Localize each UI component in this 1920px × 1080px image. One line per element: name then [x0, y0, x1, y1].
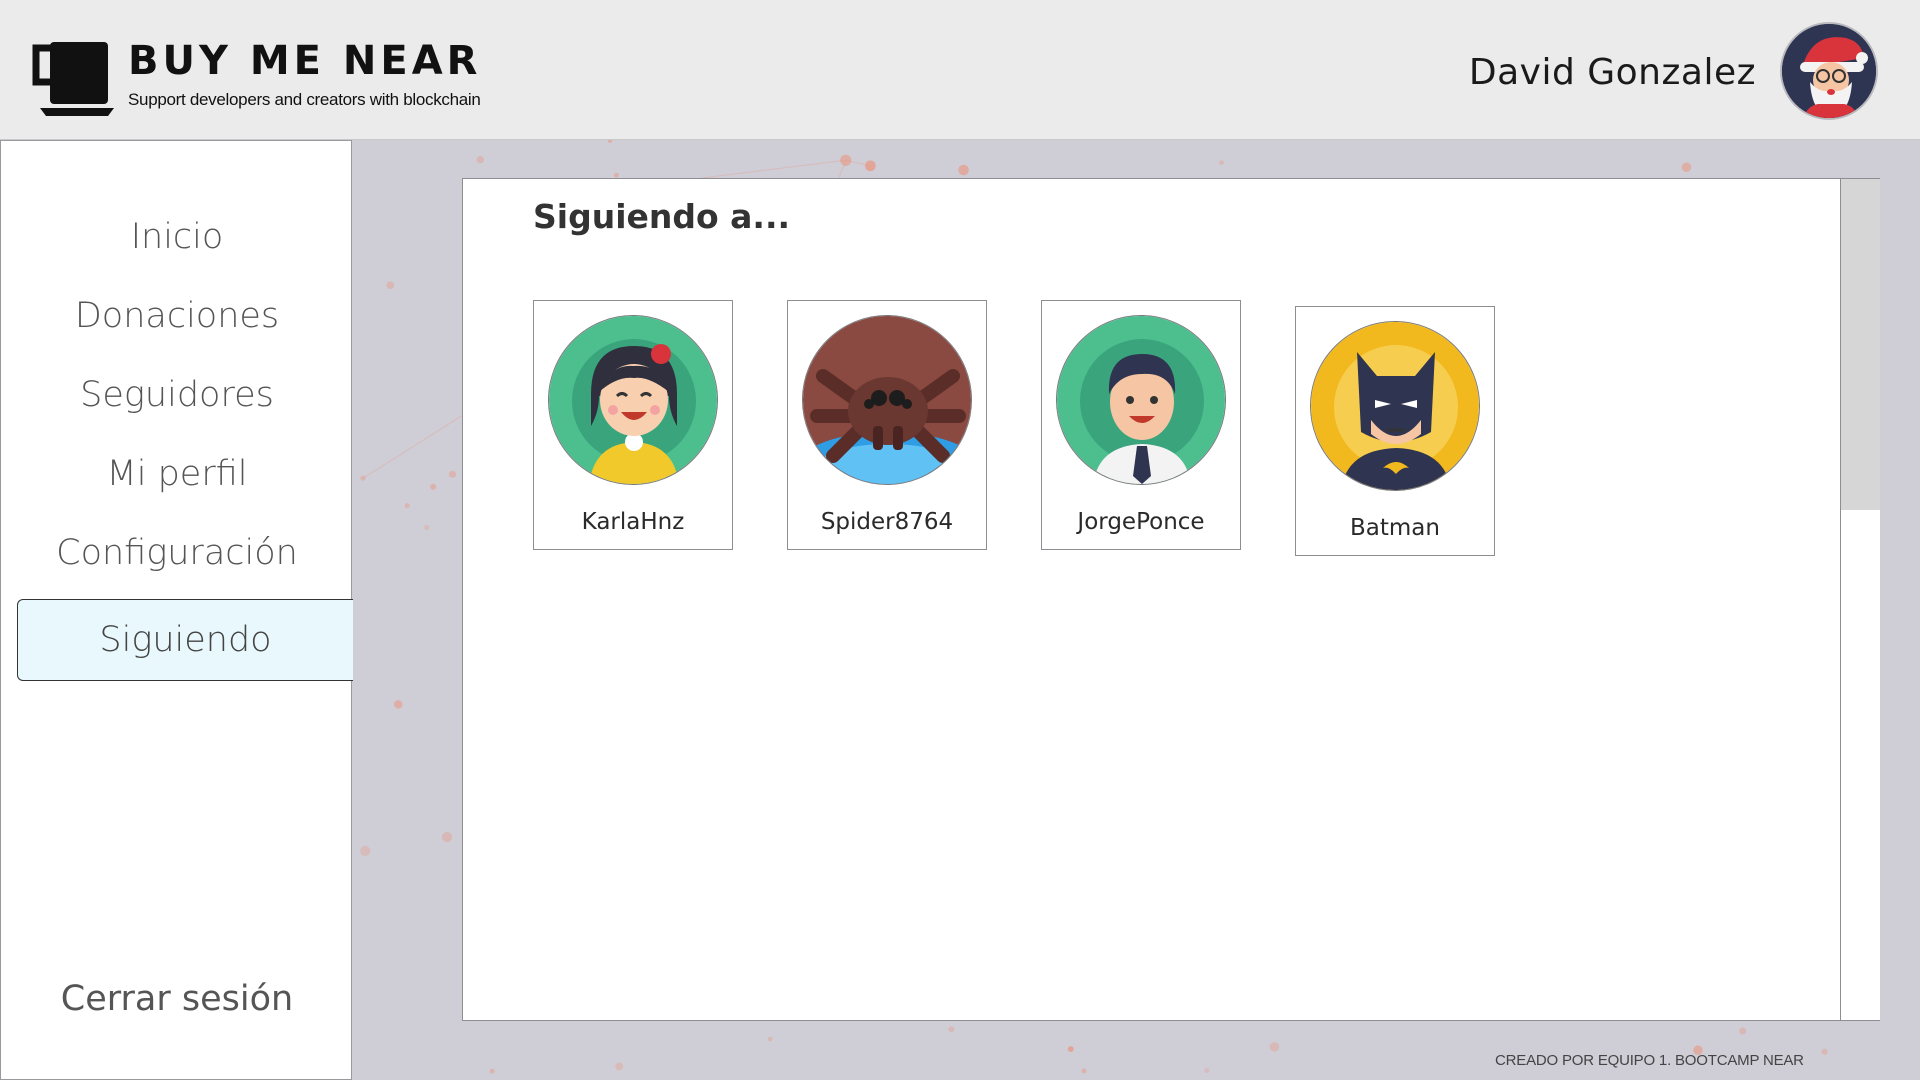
user-avatar[interactable]: [1780, 22, 1878, 120]
footer-credit: CREADO POR EQUIPO 1. BOOTCAMP NEAR: [1495, 1052, 1804, 1069]
coffee-cup-logo-icon: [32, 42, 114, 116]
spider-avatar-icon: [802, 315, 972, 485]
sidebar-item-inicio[interactable]: Inicio: [1, 217, 353, 257]
brand-tagline: Support developers and creators with blo…: [128, 90, 481, 109]
sidebar-nav: Inicio Donaciones Seguidores Mi perfil C…: [0, 140, 353, 1080]
santa-avatar-icon: [1782, 24, 1876, 118]
logout-button[interactable]: Cerrar sesión: [1, 979, 353, 1019]
brand-title: BUY ME NEAR: [128, 38, 482, 84]
following-panel: Siguiendo a... KarlaHnz Spider8764 Jorge…: [462, 178, 1880, 1021]
following-card[interactable]: Batman: [1295, 306, 1495, 556]
batman-avatar-icon: [1310, 321, 1480, 491]
user-name[interactable]: David Gonzalez: [1469, 52, 1756, 93]
following-card[interactable]: JorgePonce: [1041, 300, 1241, 550]
girl-avatar-icon: [548, 315, 718, 485]
man-avatar-icon: [1056, 315, 1226, 485]
sidebar-item-mi-perfil[interactable]: Mi perfil: [1, 454, 353, 494]
following-card[interactable]: KarlaHnz: [533, 300, 733, 550]
scrollbar-thumb[interactable]: [1841, 179, 1880, 510]
page-title: Siguiendo a...: [533, 197, 791, 236]
sidebar-item-donaciones[interactable]: Donaciones: [1, 296, 353, 336]
sidebar-item-siguiendo[interactable]: Siguiendo: [17, 599, 353, 681]
following-name: Batman: [1350, 515, 1440, 541]
sidebar-item-configuracion[interactable]: Configuración: [1, 533, 353, 573]
following-card[interactable]: Spider8764: [787, 300, 987, 550]
following-name: JorgePonce: [1077, 509, 1205, 535]
sidebar-item-seguidores[interactable]: Seguidores: [1, 375, 353, 415]
scrollbar[interactable]: [1840, 179, 1880, 1020]
following-name: KarlaHnz: [581, 509, 685, 535]
following-name: Spider8764: [820, 509, 954, 535]
app-header: BUY ME NEAR Support developers and creat…: [0, 0, 1920, 140]
